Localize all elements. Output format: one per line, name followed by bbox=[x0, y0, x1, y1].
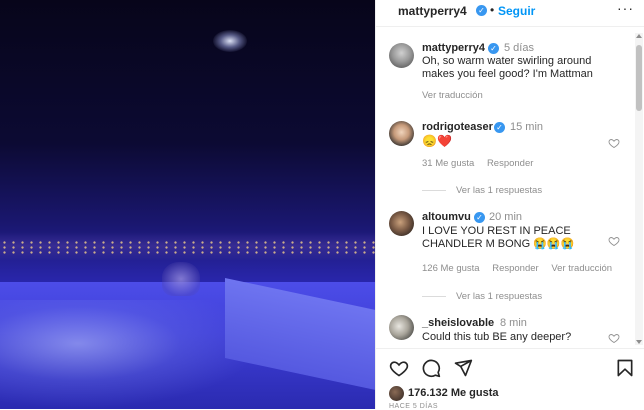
person-silhouette bbox=[162, 262, 200, 296]
post-video[interactable] bbox=[0, 0, 375, 409]
view-replies-label[interactable]: Ver las 1 respuestas bbox=[456, 291, 542, 302]
verified-badge-icon: ✓ bbox=[476, 5, 487, 16]
avatar[interactable] bbox=[389, 43, 414, 68]
avatar[interactable] bbox=[389, 386, 404, 401]
header-username[interactable]: mattyperry4 bbox=[398, 4, 467, 18]
comment-username[interactable]: _sheislovable bbox=[422, 317, 494, 329]
replies-divider bbox=[422, 189, 446, 191]
comment-time[interactable]: 8 min bbox=[500, 317, 527, 329]
comment-username[interactable]: altoumvu bbox=[422, 211, 471, 223]
avatar[interactable] bbox=[389, 315, 414, 340]
actions-divider bbox=[376, 348, 644, 349]
heart-icon[interactable] bbox=[389, 358, 409, 378]
heart-icon[interactable] bbox=[608, 235, 620, 247]
likes-row: 176.132 Me gusta bbox=[376, 384, 644, 402]
follow-button[interactable]: Seguir bbox=[498, 4, 535, 18]
scroll-up-arrow-icon[interactable] bbox=[636, 34, 642, 38]
avatar[interactable] bbox=[389, 211, 414, 236]
comment-text: Could this tub BE any deeper? bbox=[422, 331, 572, 343]
bookmark-icon[interactable] bbox=[615, 358, 635, 378]
paper-plane-icon[interactable] bbox=[453, 358, 473, 378]
action-bar bbox=[376, 352, 644, 378]
moon bbox=[213, 30, 247, 52]
caption-username[interactable]: mattyperry4 bbox=[422, 42, 485, 54]
heart-icon[interactable] bbox=[608, 332, 620, 344]
comment-likes[interactable]: 31 Me gusta bbox=[422, 158, 474, 169]
verified-badge-icon: ✓ bbox=[494, 122, 505, 133]
comment-likes[interactable]: 126 Me gusta bbox=[422, 263, 480, 274]
caption-time[interactable]: 5 días bbox=[504, 42, 534, 54]
comment-username[interactable]: rodrigoteaser bbox=[422, 121, 493, 133]
comment-meta: 126 Me gusta Responder Ver traducción bbox=[422, 263, 622, 274]
comment-time[interactable]: 15 min bbox=[510, 121, 543, 133]
more-options-icon[interactable]: ··· bbox=[617, 0, 634, 16]
comment-text: I LOVE YOU REST IN PEACE CHANDLER M BONG… bbox=[422, 225, 575, 250]
translate-link[interactable]: Ver traducción bbox=[422, 90, 483, 101]
header-divider bbox=[376, 26, 644, 27]
verified-badge-icon: ✓ bbox=[474, 212, 485, 223]
reply-button[interactable]: Responder bbox=[492, 263, 538, 274]
comment-meta: 31 Me gusta Responder bbox=[422, 158, 543, 169]
caption-text: Oh, so warm water swirling around makes … bbox=[422, 55, 593, 80]
avatar[interactable] bbox=[389, 121, 414, 146]
verified-badge-icon: ✓ bbox=[488, 43, 499, 54]
comment-text: 😞❤️ bbox=[422, 134, 452, 148]
comment-time[interactable]: 20 min bbox=[489, 211, 522, 223]
translate-link[interactable]: Ver traducción bbox=[551, 263, 612, 274]
comments-list: mattyperry4 ✓ 5 días Oh, so warm water s… bbox=[376, 33, 634, 345]
city-lights bbox=[0, 240, 375, 256]
post-sidebar: mattyperry4 ✓ • Seguir ··· mattyperry4 ✓… bbox=[375, 0, 644, 410]
heart-icon[interactable] bbox=[608, 137, 620, 149]
post-header: mattyperry4 ✓ • Seguir ··· bbox=[376, 0, 644, 24]
view-replies-link[interactable]: Ver las 1 respuestas bbox=[422, 291, 542, 302]
scroll-down-arrow-icon[interactable] bbox=[636, 340, 642, 344]
likes-count[interactable]: 176.132 Me gusta bbox=[408, 387, 499, 399]
scrollbar-thumb[interactable] bbox=[636, 45, 642, 111]
pool-swirl bbox=[0, 300, 260, 409]
comment-icon[interactable] bbox=[421, 358, 441, 378]
view-replies-label[interactable]: Ver las 1 respuestas bbox=[456, 185, 542, 196]
view-replies-link[interactable]: Ver las 1 respuestas bbox=[422, 185, 542, 196]
header-separator: • bbox=[490, 3, 495, 17]
reply-button[interactable]: Responder bbox=[487, 158, 533, 169]
replies-divider bbox=[422, 295, 446, 297]
